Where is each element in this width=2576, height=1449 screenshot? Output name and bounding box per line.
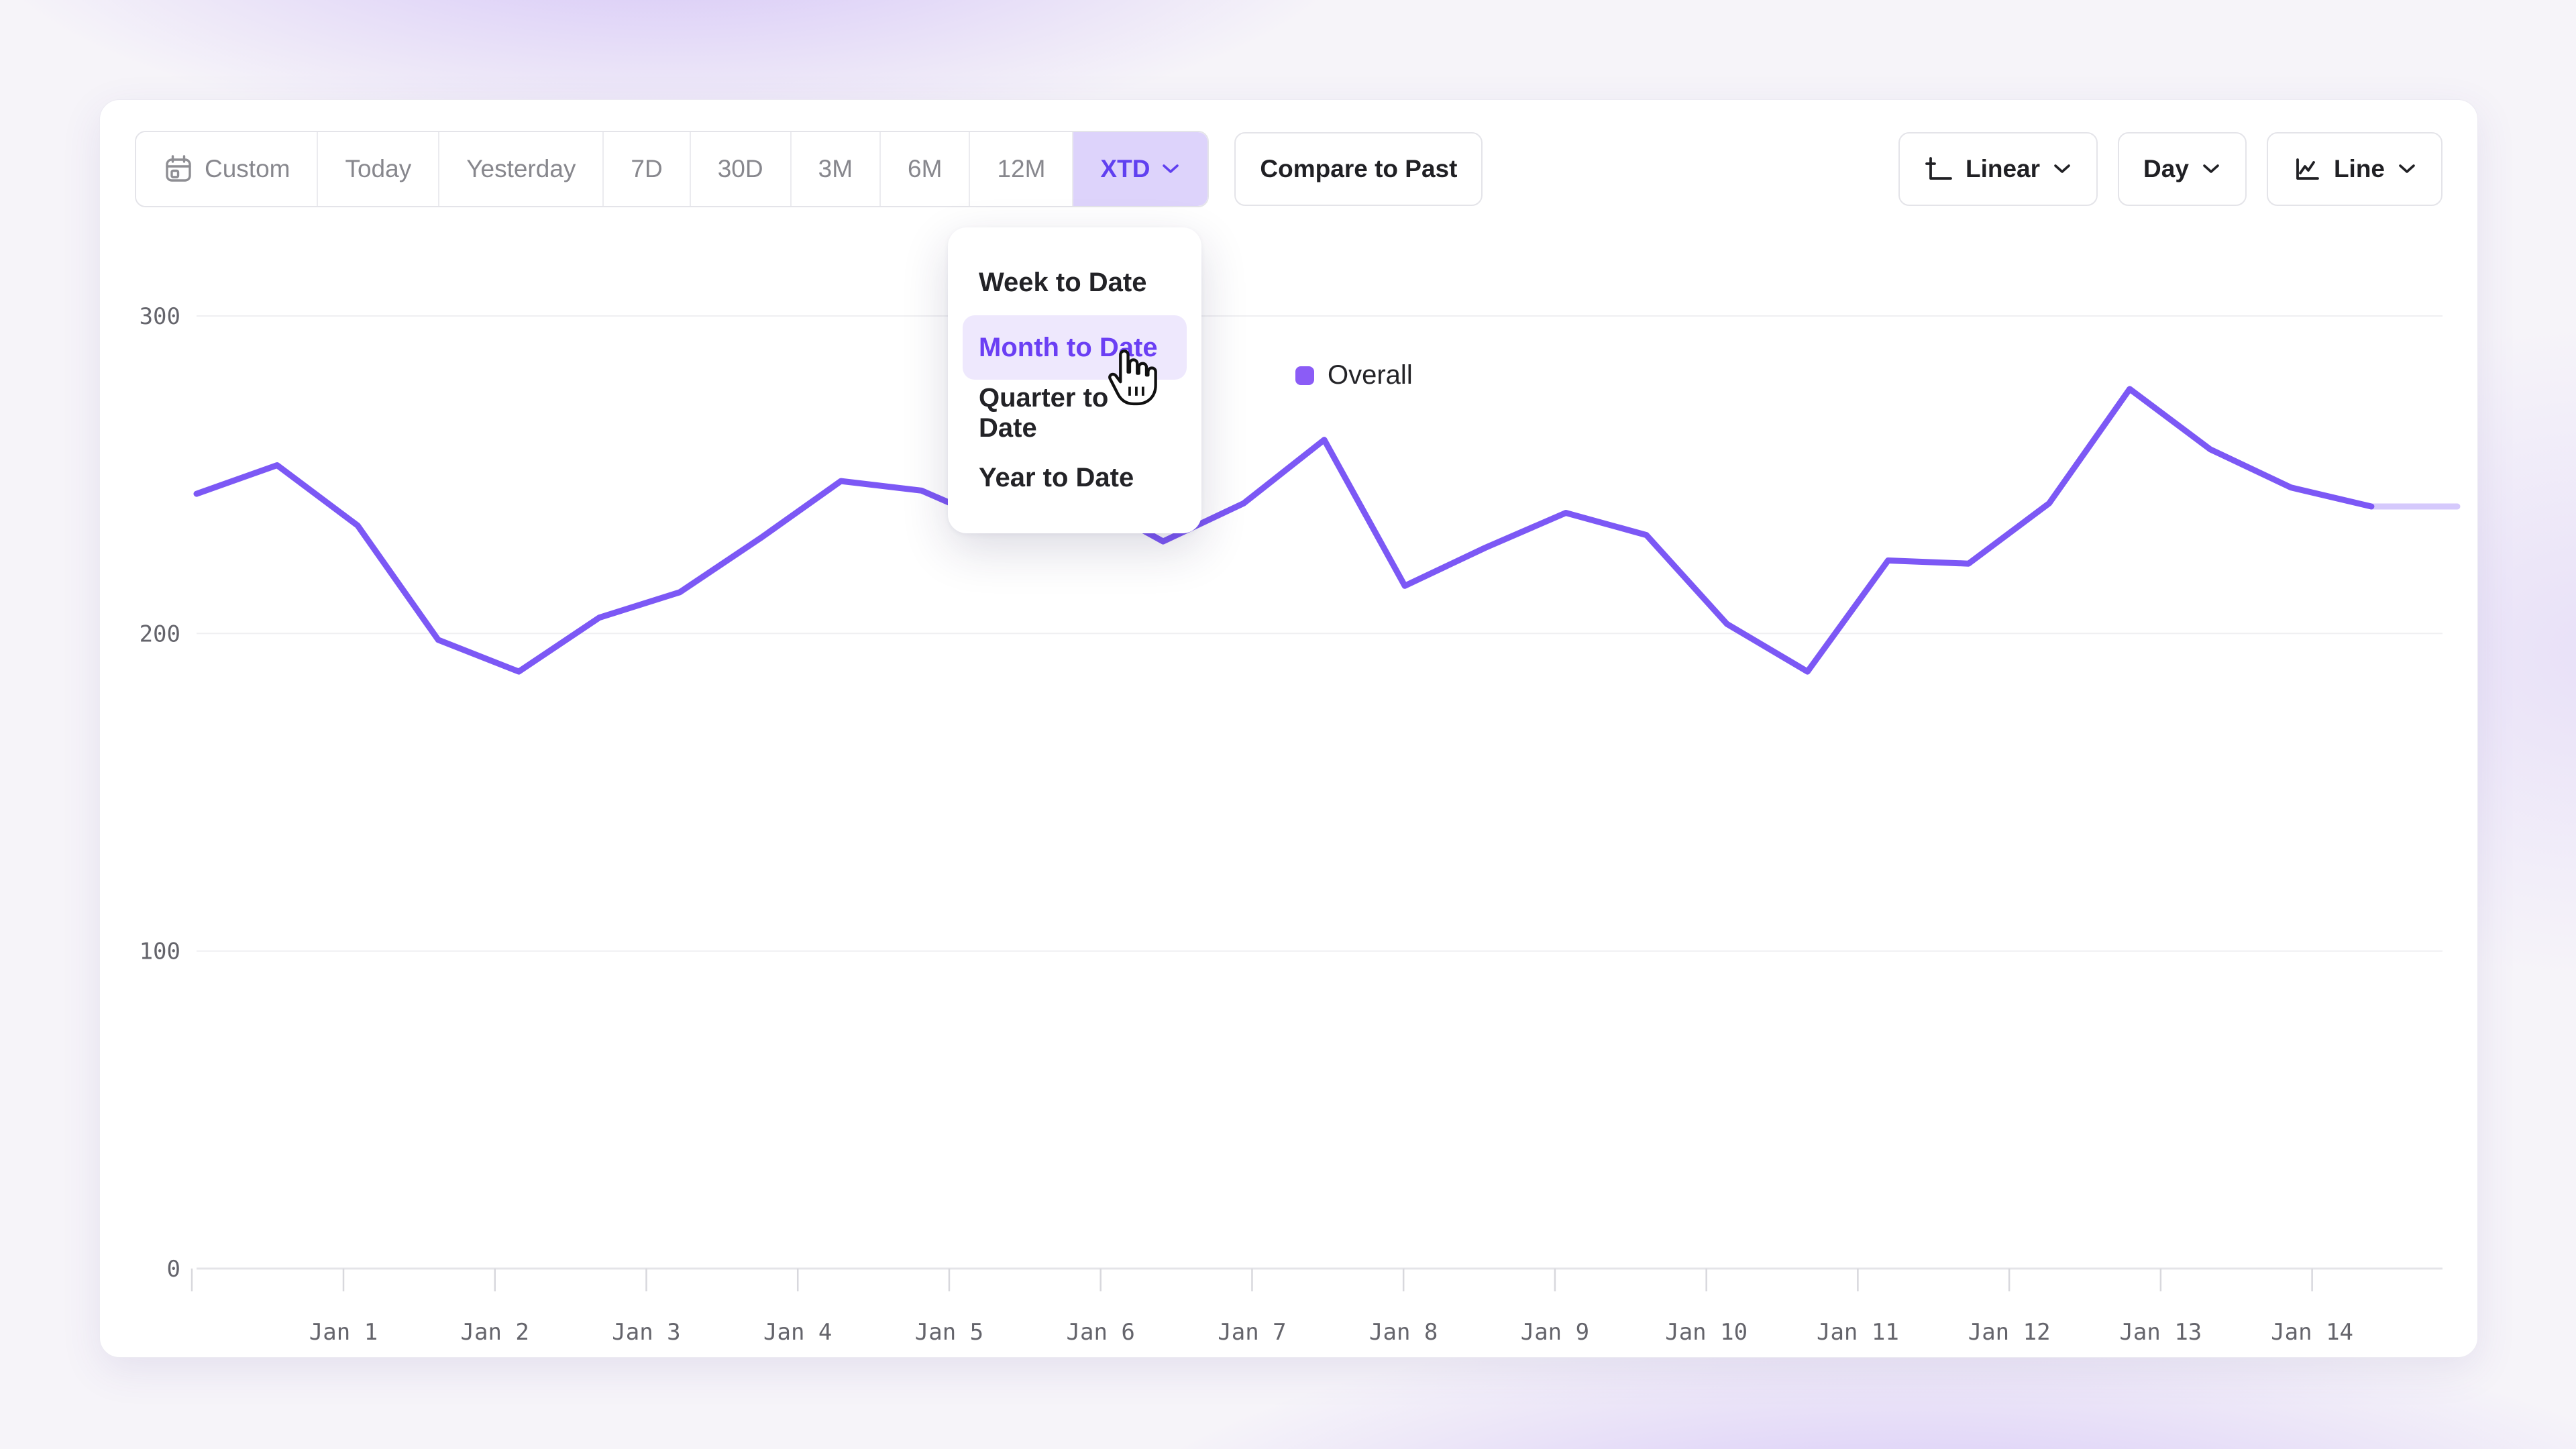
x-axis-label: Jan 11 [1817, 1319, 1899, 1346]
x-axis-label: Jan 13 [2119, 1319, 2202, 1346]
line-chart: 0 100 200 300 Jan 1 Jan 2 Jan 3 Jan 4 Jan 5 Jan 6… [100, 100, 2477, 1357]
y-axis-label-200: 200 [140, 621, 180, 647]
x-axis-label: Jan 8 [1369, 1319, 1438, 1346]
x-axis-label: Jan 12 [1968, 1319, 2051, 1346]
y-axis-label-100: 100 [140, 938, 180, 965]
x-axis-label: Jan 9 [1521, 1319, 1589, 1346]
menu-item-year-to-date[interactable]: Year to Date [963, 446, 1187, 511]
y-axis-label-300: 300 [140, 303, 180, 330]
x-axis-label: Jan 4 [763, 1319, 832, 1346]
menu-item-month-to-date[interactable]: Month to Date [963, 315, 1187, 380]
x-axis-label: Jan 1 [309, 1319, 378, 1346]
y-axis-label-0: 0 [167, 1256, 180, 1283]
x-axis-label: Jan 3 [612, 1319, 680, 1346]
x-axis-label: Jan 10 [1665, 1319, 1748, 1346]
x-axis-label: Jan 14 [2271, 1319, 2353, 1346]
menu-item-week-to-date[interactable]: Week to Date [963, 250, 1187, 315]
menu-item-quarter-to-date[interactable]: Quarter to Date [963, 381, 1187, 445]
x-axis-label: Jan 2 [461, 1319, 529, 1346]
x-axis-label: Jan 6 [1067, 1319, 1135, 1346]
x-axis-label: Jan 7 [1218, 1319, 1286, 1346]
dashboard-card: CustomTodayYesterday7D30D3M6M12MXTD Comp… [99, 99, 2478, 1358]
x-axis-label: Jan 5 [915, 1319, 983, 1346]
series-line-overall [197, 389, 2371, 672]
xtd-dropdown-menu: Week to DateMonth to DateQuarter to Date… [948, 227, 1201, 533]
